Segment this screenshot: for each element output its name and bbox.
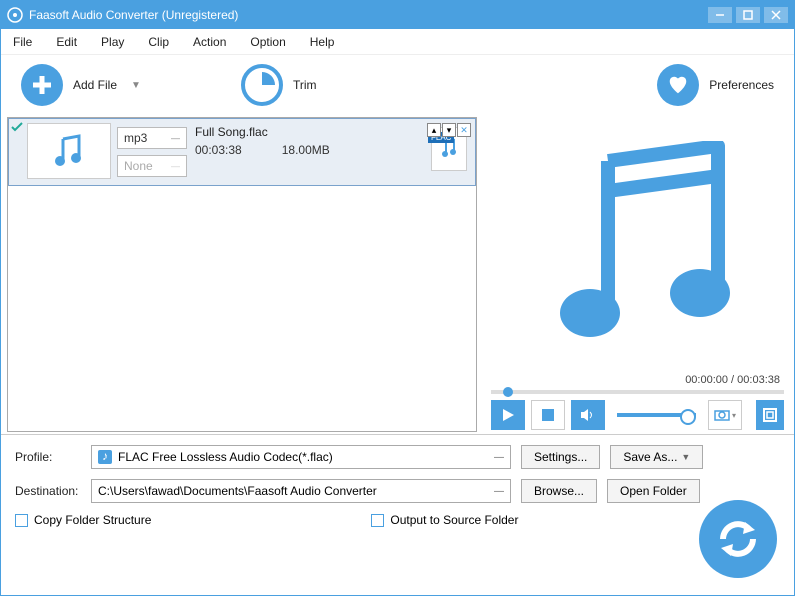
convert-button[interactable] [699, 500, 777, 578]
file-list: mp3— None— Full Song.flac 00:03:38 18.00… [7, 117, 477, 432]
copy-folder-label: Copy Folder Structure [34, 513, 151, 527]
window-title: Faasoft Audio Converter (Unregistered) [29, 8, 704, 22]
copy-folder-checkbox[interactable]: Copy Folder Structure [15, 513, 151, 527]
add-file-label: Add File [73, 78, 117, 92]
menu-file[interactable]: File [13, 35, 32, 49]
volume-button[interactable] [571, 400, 605, 430]
destination-label: Destination: [15, 484, 81, 498]
format-select[interactable]: mp3— [117, 127, 187, 149]
plus-icon [21, 64, 63, 106]
destination-row: Destination: C:\Users\fawad\Documents\Fa… [15, 479, 780, 503]
profile-row: Profile: ♪ FLAC Free Lossless Audio Code… [15, 445, 780, 469]
browse-button[interactable]: Browse... [521, 479, 597, 503]
minimize-button[interactable] [708, 7, 732, 23]
checkmark-icon[interactable] [11, 121, 23, 133]
menu-option[interactable]: Option [250, 35, 285, 49]
preview-canvas [491, 119, 784, 372]
menu-help[interactable]: Help [310, 35, 335, 49]
destination-combo[interactable]: C:\Users\fawad\Documents\Faasoft Audio C… [91, 479, 511, 503]
convert-icon [715, 516, 761, 562]
item-remove-button[interactable]: ✕ [457, 123, 471, 137]
file-thumbnail [27, 123, 111, 179]
trim-label: Trim [293, 78, 317, 92]
menu-clip[interactable]: Clip [148, 35, 169, 49]
close-button[interactable] [764, 7, 788, 23]
profile-value: FLAC Free Lossless Audio Codec(*.flac) [118, 450, 333, 464]
menu-edit[interactable]: Edit [56, 35, 77, 49]
bottom-panel: Profile: ♪ FLAC Free Lossless Audio Code… [1, 435, 794, 537]
preview-time: 00:00:00 / 00:03:38 [491, 372, 784, 388]
save-as-button[interactable]: Save As...▼ [610, 445, 703, 469]
volume-slider[interactable] [617, 413, 696, 417]
output-source-label: Output to Source Folder [390, 513, 518, 527]
chevron-down-icon: — [494, 452, 504, 463]
profile-label: Profile: [15, 450, 81, 464]
seek-bar[interactable] [491, 390, 784, 394]
trim-button[interactable]: Trim [241, 64, 317, 106]
effect-select[interactable]: None— [117, 155, 187, 177]
maximize-button[interactable] [736, 7, 760, 23]
file-duration: 00:03:38 [195, 143, 242, 157]
file-item[interactable]: mp3— None— Full Song.flac 00:03:38 18.00… [8, 118, 476, 186]
preferences-button[interactable]: Preferences [657, 64, 774, 106]
preferences-label: Preferences [709, 78, 774, 92]
profile-combo[interactable]: ♪ FLAC Free Lossless Audio Codec(*.flac)… [91, 445, 511, 469]
menu-bar: File Edit Play Clip Action Option Help [1, 29, 794, 55]
heart-icon [657, 64, 699, 106]
menu-action[interactable]: Action [193, 35, 226, 49]
file-meta: Full Song.flac 00:03:38 18.00MB [187, 119, 423, 185]
destination-value: C:\Users\fawad\Documents\Faasoft Audio C… [98, 484, 377, 498]
player-controls: ▾ [491, 400, 784, 430]
title-bar: Faasoft Audio Converter (Unregistered) [1, 1, 794, 29]
stop-button[interactable] [531, 400, 565, 430]
chevron-down-icon: ▼ [131, 80, 141, 91]
profile-format-icon: ♪ [98, 450, 112, 464]
trim-icon [241, 64, 283, 106]
file-size: 18.00MB [282, 143, 330, 157]
item-controls: ▴ ▾ ✕ [427, 123, 471, 137]
options-row: Copy Folder Structure Output to Source F… [15, 513, 780, 527]
snapshot-button[interactable]: ▾ [708, 400, 742, 430]
toolbar: Add File ▼ Trim Preferences [1, 55, 794, 115]
output-source-checkbox[interactable]: Output to Source Folder [371, 513, 518, 527]
checkbox-box [15, 514, 28, 527]
main-area: mp3— None— Full Song.flac 00:03:38 18.00… [1, 115, 794, 435]
item-down-button[interactable]: ▾ [442, 123, 456, 137]
chevron-down-icon: — [494, 486, 504, 497]
app-icon [7, 7, 23, 23]
play-button[interactable] [491, 400, 525, 430]
add-file-button[interactable]: Add File ▼ [21, 64, 141, 106]
file-name: Full Song.flac [195, 125, 415, 139]
fullscreen-button[interactable] [756, 400, 784, 430]
svg-text:♪: ♪ [102, 450, 108, 463]
music-note-icon [538, 141, 738, 351]
file-controls: mp3— None— [117, 127, 187, 185]
open-folder-button[interactable]: Open Folder [607, 479, 700, 503]
item-up-button[interactable]: ▴ [427, 123, 441, 137]
preview-panel: 00:00:00 / 00:03:38 ▾ [477, 115, 794, 434]
settings-button[interactable]: Settings... [521, 445, 600, 469]
menu-play[interactable]: Play [101, 35, 124, 49]
checkbox-box [371, 514, 384, 527]
